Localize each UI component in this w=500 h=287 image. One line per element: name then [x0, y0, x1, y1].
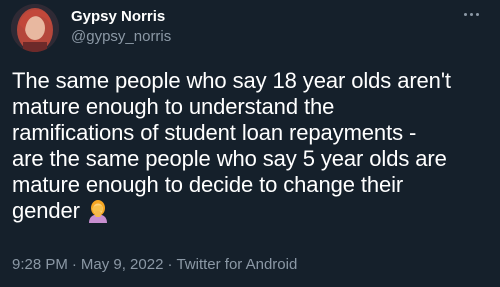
tweet-card: Gypsy Norris @gypsy_norris The same peop… — [0, 0, 500, 287]
tweet-date[interactable]: May 9, 2022 — [81, 256, 164, 273]
tweet-text-word: gender — [12, 198, 80, 223]
tweet-time[interactable]: 9:28 PM — [12, 256, 68, 273]
person-facepalming-icon — [88, 200, 107, 223]
tweet-source[interactable]: Twitter for Android — [176, 256, 297, 273]
meta-separator: · — [71, 256, 77, 273]
tweet-text-line: ramifications of student loan repayments… — [12, 120, 417, 145]
more-dot — [463, 12, 467, 16]
author-display-name[interactable]: Gypsy Norris — [71, 8, 165, 25]
tweet-text-line: mature enough to understand the — [12, 94, 335, 119]
more-dot — [475, 12, 479, 16]
author-handle[interactable]: @gypsy_norris — [71, 28, 171, 45]
more-dot — [469, 12, 473, 16]
tweet-text-line-last: gender — [12, 198, 494, 224]
tweet-text-line: mature enough to decide to change their — [12, 172, 404, 197]
tweet-text-line: are the same people who say 5 year olds … — [12, 146, 447, 171]
avatar[interactable] — [11, 4, 59, 52]
tweet-text: The same people who say 18 year olds are… — [12, 68, 494, 224]
more-options-icon[interactable] — [456, 4, 486, 24]
tweet-meta: 9:28 PM · May 9, 2022 · Twitter for Android — [12, 256, 297, 273]
profile-photo-icon — [11, 4, 59, 52]
tweet-text-line: The same people who say 18 year olds are… — [12, 68, 451, 93]
meta-separator: · — [167, 256, 173, 273]
